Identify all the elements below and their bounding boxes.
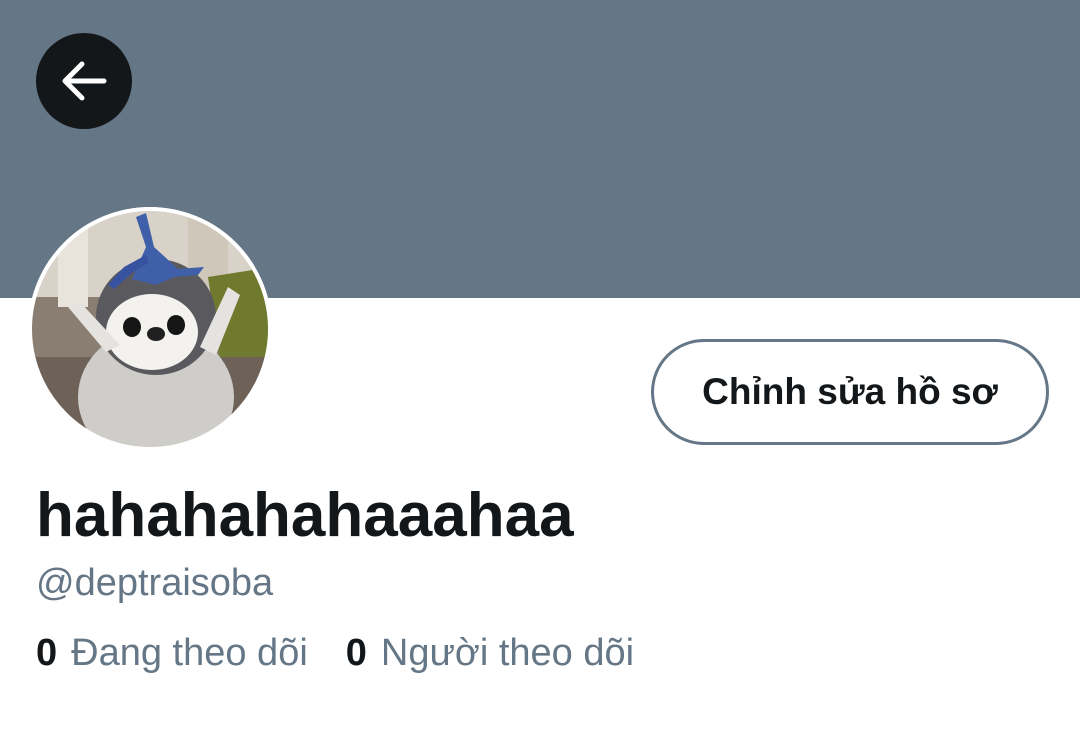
profile-avatar[interactable] — [28, 207, 272, 451]
following-stat-link[interactable]: 0 Đang theo dõi — [36, 630, 308, 676]
followers-stat-link[interactable]: 0 Người theo dõi — [346, 630, 634, 676]
edit-profile-button[interactable]: Chỉnh sửa hồ sơ — [651, 339, 1049, 445]
profile-username: @deptraisoba — [36, 562, 274, 604]
profile-display-name: hahahahahaaahaa — [36, 481, 574, 550]
following-label: Đang theo dõi — [71, 632, 308, 674]
back-button[interactable] — [36, 33, 132, 129]
followers-count: 0 — [345, 632, 367, 674]
following-count: 0 — [36, 632, 58, 674]
penguin-avatar-image — [28, 207, 272, 451]
arrow-left-icon — [62, 61, 107, 101]
follow-stats: 0 Đang theo dõi 0 Người theo dõi — [36, 630, 634, 676]
followers-label: Người theo dõi — [380, 632, 635, 674]
